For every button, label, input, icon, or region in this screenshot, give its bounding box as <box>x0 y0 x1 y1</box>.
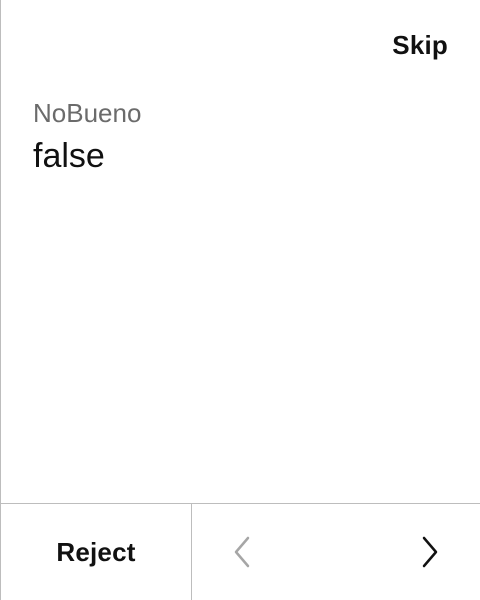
app-screen: Skip NoBueno false Reject <box>0 0 480 600</box>
field-label: NoBueno <box>33 98 142 128</box>
reject-button[interactable]: Reject <box>1 504 192 600</box>
field-display: NoBueno false <box>33 98 141 176</box>
next-button[interactable] <box>412 534 448 570</box>
footer-bar: Reject <box>1 503 480 600</box>
previous-button[interactable] <box>226 534 262 570</box>
skip-button[interactable]: Skip <box>392 30 448 61</box>
field-value: false <box>33 137 105 175</box>
chevron-right-icon <box>412 534 448 570</box>
navigation-controls <box>192 504 480 600</box>
chevron-left-icon <box>226 534 262 570</box>
